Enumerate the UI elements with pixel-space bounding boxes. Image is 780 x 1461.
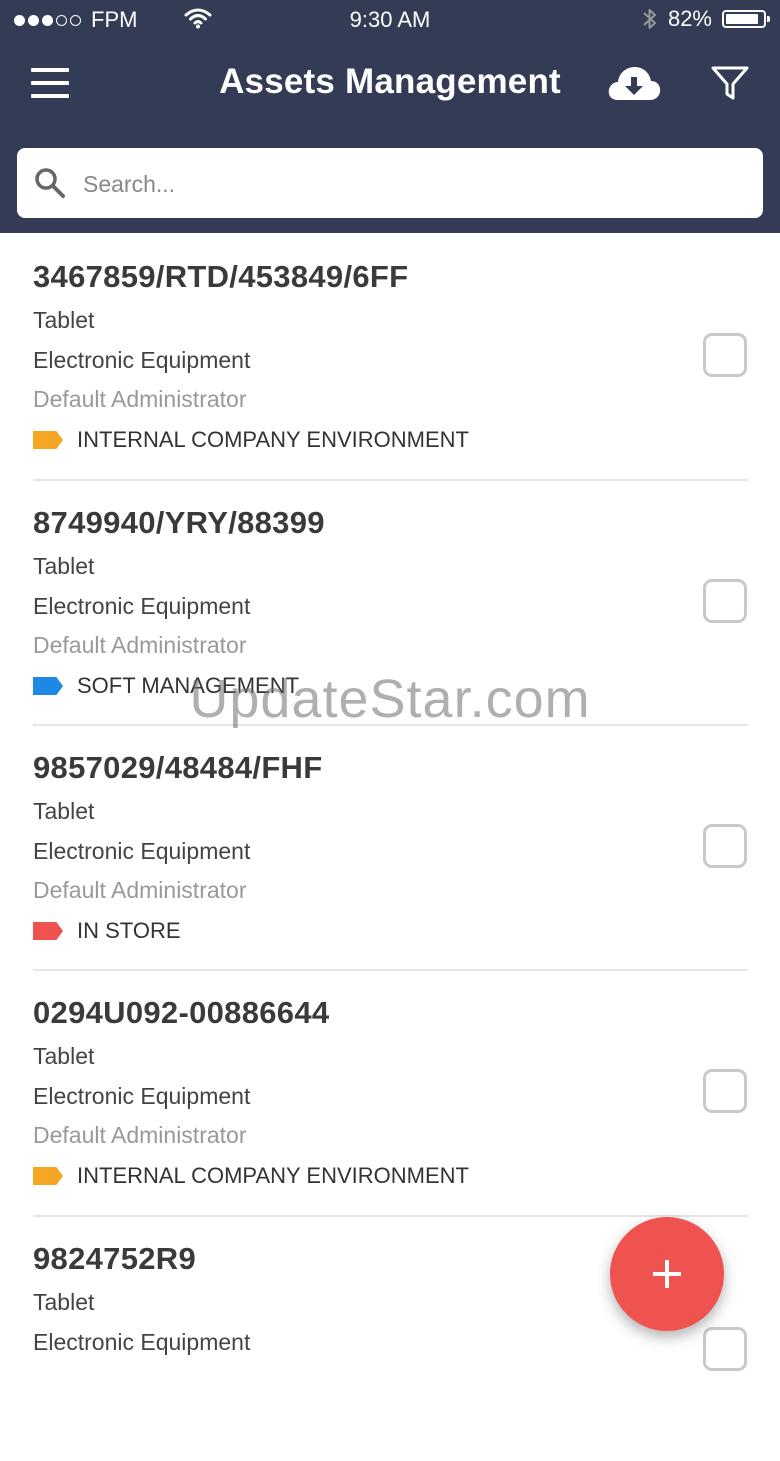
asset-category: Electronic Equipment	[33, 838, 251, 864]
tag-icon	[33, 922, 63, 940]
asset-owner: Default Administrator	[33, 632, 247, 658]
asset-code: 8749940/YRY/88399	[33, 505, 325, 540]
search-input[interactable]	[81, 162, 745, 206]
asset-location: INTERNAL COMPANY ENVIRONMENT	[33, 427, 469, 453]
status-bar: FPM 9:30 AM 82%	[0, 0, 780, 40]
asset-owner: Default Administrator	[33, 877, 247, 903]
asset-type: Tablet	[33, 1289, 95, 1315]
asset-category: Electronic Equipment	[33, 1083, 251, 1109]
divider	[33, 969, 748, 971]
add-asset-button[interactable]	[610, 1217, 724, 1331]
select-checkbox[interactable]	[703, 579, 747, 623]
bluetooth-icon	[643, 9, 656, 29]
filter-icon[interactable]	[710, 64, 750, 102]
asset-list-item[interactable]: 0294U092-00886644 Tablet Electronic Equi…	[0, 969, 780, 1215]
asset-owner: Default Administrator	[33, 1122, 247, 1148]
asset-list-item[interactable]: 3467859/RTD/453849/6FF Tablet Electronic…	[0, 233, 780, 479]
select-checkbox[interactable]	[703, 1069, 747, 1113]
search-icon	[35, 168, 65, 198]
asset-category: Electronic Equipment	[33, 1329, 251, 1355]
asset-location: IN STORE	[33, 918, 181, 944]
search-bar	[17, 148, 763, 218]
tag-icon	[33, 1167, 63, 1185]
location-label: INTERNAL COMPANY ENVIRONMENT	[77, 427, 469, 452]
tag-icon	[33, 431, 63, 449]
asset-type: Tablet	[33, 798, 95, 824]
asset-type: Tablet	[33, 307, 95, 333]
location-label: IN STORE	[77, 918, 181, 943]
asset-code: 9857029/48484/FHF	[33, 750, 323, 785]
asset-code: 3467859/RTD/453849/6FF	[33, 259, 409, 294]
asset-owner: Default Administrator	[33, 386, 247, 412]
location-label: INTERNAL COMPANY ENVIRONMENT	[77, 1163, 469, 1188]
status-right: 82%	[642, 6, 770, 32]
battery-icon	[722, 10, 770, 28]
asset-list-item[interactable]: 9857029/48484/FHF Tablet Electronic Equi…	[0, 724, 780, 970]
asset-code: 9824752R9	[33, 1241, 197, 1276]
asset-location: INTERNAL COMPANY ENVIRONMENT	[33, 1163, 469, 1189]
watermark: UpdateStar.com	[189, 669, 591, 729]
select-checkbox[interactable]	[703, 824, 747, 868]
cloud-download-icon[interactable]	[606, 62, 662, 104]
select-checkbox[interactable]	[703, 333, 747, 377]
page-title: Assets Management	[219, 62, 561, 101]
asset-category: Electronic Equipment	[33, 593, 251, 619]
asset-category: Electronic Equipment	[33, 347, 251, 373]
asset-code: 0294U092-00886644	[33, 995, 330, 1030]
app-header: FPM 9:30 AM 82% Assets Management	[0, 0, 780, 233]
select-checkbox[interactable]	[703, 1327, 747, 1371]
asset-type: Tablet	[33, 553, 95, 579]
battery-percent: 82%	[667, 6, 712, 31]
divider	[33, 1215, 748, 1217]
asset-type: Tablet	[33, 1043, 95, 1069]
divider	[33, 479, 748, 481]
